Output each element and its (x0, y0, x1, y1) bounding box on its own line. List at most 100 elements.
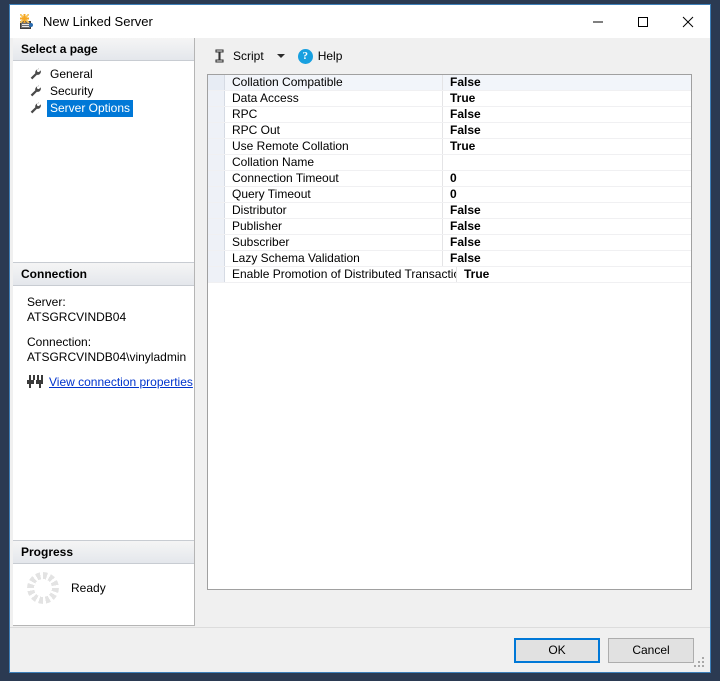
property-gutter (208, 75, 225, 90)
connection-properties-icon (27, 375, 43, 389)
dialog-body: Select a page General Security (10, 38, 710, 627)
chevron-down-icon[interactable] (277, 54, 285, 58)
cancel-button[interactable]: Cancel (608, 638, 694, 663)
window-title: New Linked Server (43, 5, 153, 38)
connection-panel: Connection Server: ATSGRCVINDB04 Connect… (13, 262, 194, 396)
help-label: Help (318, 49, 343, 63)
sidebar: Select a page General Security (13, 38, 195, 626)
connection-filler (13, 396, 194, 541)
property-gutter (208, 171, 225, 186)
spacer (27, 325, 194, 335)
property-name: Lazy Schema Validation (225, 251, 443, 266)
property-value[interactable]: False (443, 219, 691, 234)
property-row[interactable]: Query Timeout 0 (208, 187, 691, 203)
script-button[interactable]: Script (209, 46, 267, 66)
property-row[interactable]: RPC Out False (208, 123, 691, 139)
property-gutter (208, 123, 225, 138)
property-name: Collation Name (225, 155, 443, 170)
connection-label: Connection: (27, 335, 194, 350)
help-circle-icon: ? (298, 49, 313, 64)
script-label: Script (233, 49, 264, 63)
property-name: Distributor (225, 203, 443, 218)
property-name: Connection Timeout (225, 171, 443, 186)
wrench-icon (29, 68, 42, 81)
wrench-icon (29, 85, 42, 98)
property-gutter (208, 235, 225, 250)
property-value[interactable]: False (443, 123, 691, 138)
property-value[interactable]: False (443, 75, 691, 90)
property-row[interactable]: Enable Promotion of Distributed Transact… (208, 267, 691, 283)
maximize-button[interactable] (620, 5, 665, 38)
property-row[interactable]: Collation Name (208, 155, 691, 171)
property-value[interactable]: True (443, 139, 691, 154)
property-name: RPC Out (225, 123, 443, 138)
property-value[interactable]: False (443, 107, 691, 122)
property-gutter (208, 91, 225, 106)
property-name: Publisher (225, 219, 443, 234)
property-row[interactable]: Lazy Schema Validation False (208, 251, 691, 267)
progress-body: Ready (13, 564, 194, 604)
property-row[interactable]: Connection Timeout 0 (208, 171, 691, 187)
resize-grip-icon[interactable] (694, 657, 706, 669)
new-linked-server-dialog: New Linked Server Select a page (9, 4, 711, 673)
page-list: General Security Server Options (13, 61, 194, 117)
property-value[interactable]: True (457, 267, 691, 282)
toolbar: Script ? Help (195, 38, 710, 74)
property-name: Enable Promotion of Distributed Transact… (225, 267, 457, 282)
title-bar: New Linked Server (10, 5, 710, 38)
property-row[interactable]: Use Remote Collation True (208, 139, 691, 155)
property-gutter (208, 155, 225, 170)
property-row[interactable]: Subscriber False (208, 235, 691, 251)
select-a-page-header: Select a page (13, 38, 194, 61)
property-name: Subscriber (225, 235, 443, 250)
view-connection-properties-row[interactable]: View connection properties (27, 375, 194, 390)
linked-server-icon (18, 14, 34, 30)
connection-body: Server: ATSGRCVINDB04 Connection: ATSGRC… (13, 286, 194, 396)
property-value[interactable]: True (443, 91, 691, 106)
wrench-icon (29, 102, 42, 115)
sidebar-item-server-options[interactable]: Server Options (13, 100, 194, 117)
property-row[interactable]: Collation Compatible False (208, 75, 691, 91)
property-grid[interactable]: Collation Compatible False Data Access T… (207, 74, 692, 590)
progress-panel: Progress Ready (13, 540, 194, 625)
property-gutter (208, 107, 225, 122)
property-value[interactable] (443, 155, 691, 170)
ok-button[interactable]: OK (514, 638, 600, 663)
sidebar-item-label: Server Options (47, 100, 133, 117)
dialog-footer: OK Cancel (10, 627, 710, 672)
minimize-button[interactable] (575, 5, 620, 38)
help-button[interactable]: ? Help (295, 47, 346, 66)
sidebar-item-security[interactable]: Security (13, 83, 194, 100)
server-value: ATSGRCVINDB04 (27, 310, 194, 325)
sidebar-item-general[interactable]: General (13, 66, 194, 83)
view-connection-properties-link[interactable]: View connection properties (49, 375, 193, 390)
progress-status: Ready (71, 581, 106, 595)
script-icon (212, 48, 228, 64)
property-name: Query Timeout (225, 187, 443, 202)
property-row[interactable]: Distributor False (208, 203, 691, 219)
property-value[interactable]: False (443, 235, 691, 250)
progress-header: Progress (13, 541, 194, 564)
property-gutter (208, 203, 225, 218)
property-value[interactable]: False (443, 203, 691, 218)
content-pane: Script ? Help Collation Compatible False… (195, 38, 710, 627)
property-row[interactable]: RPC False (208, 107, 691, 123)
property-row[interactable]: Publisher False (208, 219, 691, 235)
property-value[interactable]: False (443, 251, 691, 266)
connection-header: Connection (13, 263, 194, 286)
property-name: Collation Compatible (225, 75, 443, 90)
property-value[interactable]: 0 (443, 187, 691, 202)
property-name: Data Access (225, 91, 443, 106)
window-controls (575, 5, 710, 38)
connection-value: ATSGRCVINDB04\vinyladmin (27, 350, 194, 365)
property-value[interactable]: 0 (443, 171, 691, 186)
property-gutter (208, 139, 225, 154)
property-gutter (208, 219, 225, 234)
property-name: RPC (225, 107, 443, 122)
property-gutter (208, 187, 225, 202)
property-row[interactable]: Data Access True (208, 91, 691, 107)
progress-spinner-icon (27, 572, 59, 604)
server-label: Server: (27, 295, 194, 310)
close-button[interactable] (665, 5, 710, 38)
property-name: Use Remote Collation (225, 139, 443, 154)
